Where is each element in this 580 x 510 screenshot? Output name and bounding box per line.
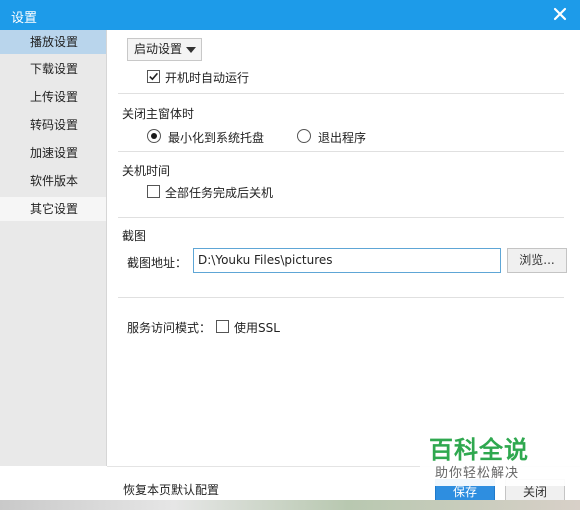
minimize-label: 最小化到系统托盘 [168,131,265,145]
service-mode-label: 服务访问模式： [127,321,212,335]
ssl-checkbox[interactable] [216,320,229,333]
startup-dropdown-value: 启动设置 [134,42,183,56]
radio-dot [151,133,157,139]
screenshot-path-label: 截图地址： [127,256,188,270]
browse-button[interactable]: 浏览... [507,248,567,273]
sidebar-item-other[interactable]: 其它设置 [0,197,106,221]
watermark: 百科全说 助你轻松解决 [420,424,580,486]
sidebar-item-acceleration[interactable]: 加速设置 [0,141,106,165]
window-title: 设置 [11,11,38,26]
chevron-down-icon [186,47,196,53]
settings-panel: 启动设置 开机时自动运行 关闭主窗体时 最小化到系统托盘 退出程序 关机时间 全… [107,30,580,466]
shutdown-label: 全部任务完成后关机 [165,186,274,200]
ssl-label: 使用SSL [234,321,280,335]
exit-radio[interactable] [297,129,311,143]
close-icon[interactable] [552,6,568,22]
exit-label: 退出程序 [318,131,367,145]
shutdown-checkbox[interactable] [147,185,160,198]
autorun-label: 开机时自动运行 [165,71,250,85]
minimize-radio[interactable] [147,129,161,143]
autorun-checkbox[interactable] [147,70,160,83]
sidebar-item-version[interactable]: 软件版本 [0,169,106,193]
sidebar-item-playback[interactable]: 播放设置 [0,30,106,54]
shutdown-heading: 关机时间 [122,164,171,178]
watermark-title: 百科全说 [429,436,529,464]
divider [118,297,564,298]
sidebar-item-upload[interactable]: 上传设置 [0,85,106,109]
sidebar-item-transcode[interactable]: 转码设置 [0,113,106,137]
sidebar-item-download[interactable]: 下载设置 [0,57,106,81]
screenshot-heading: 截图 [122,229,147,243]
screenshot-path-input[interactable]: D:\Youku Files\pictures [193,248,501,273]
taskbar-strip [0,500,580,510]
startup-dropdown[interactable]: 启动设置 [127,38,202,61]
watermark-subtitle: 助你轻松解决 [435,466,520,481]
divider [118,151,564,152]
title-bar: 设置 [0,0,580,30]
close-main-heading: 关闭主窗体时 [122,107,195,121]
divider [118,93,564,94]
sidebar: 播放设置 下载设置 上传设置 转码设置 加速设置 软件版本 其它设置 [0,30,107,466]
restore-defaults-link[interactable]: 恢复本页默认配置 [123,481,219,498]
divider [118,217,564,218]
